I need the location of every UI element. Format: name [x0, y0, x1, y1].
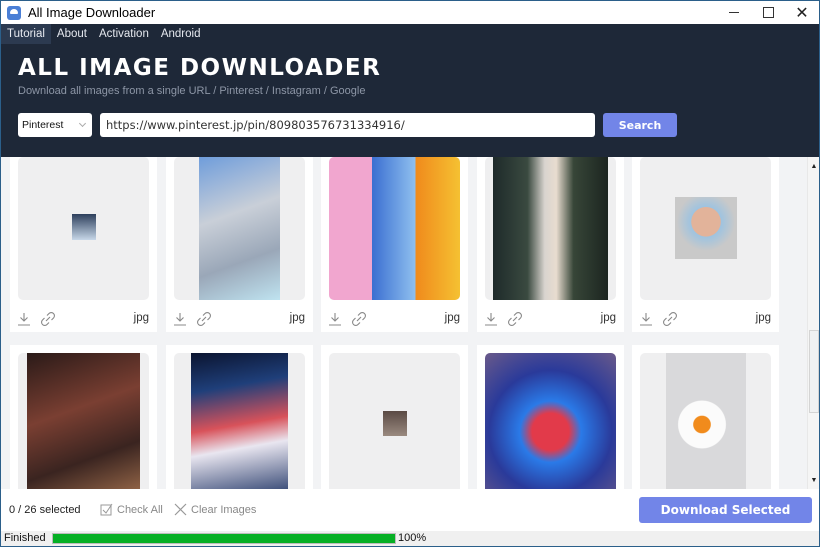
download-icon[interactable]: [173, 312, 187, 326]
window-controls: ✕: [717, 1, 819, 24]
link-icon[interactable]: [508, 312, 522, 326]
selected-count: 0 / 26 selected: [9, 504, 81, 516]
download-selected-button[interactable]: Download Selected: [639, 497, 812, 523]
thumbnail-image: [72, 214, 96, 240]
thumbnail-image: [329, 157, 460, 300]
app-logo-icon: [7, 5, 21, 20]
thumbnail-frame[interactable]: [174, 157, 305, 300]
card-footer: jpg: [166, 310, 313, 330]
link-icon[interactable]: [197, 312, 211, 326]
thumbnail-frame[interactable]: [485, 353, 616, 489]
image-card[interactable]: jpg: [166, 345, 313, 489]
file-extension: jpg: [600, 312, 616, 324]
thumbnail-frame[interactable]: [18, 353, 149, 489]
download-icon[interactable]: [639, 312, 653, 326]
menu-about[interactable]: About: [51, 24, 93, 44]
title-bar: All Image Downloader ✕: [1, 1, 819, 24]
thumbnail-frame[interactable]: [18, 157, 149, 300]
url-input[interactable]: [100, 113, 595, 137]
file-extension: jpg: [755, 312, 771, 324]
thumbnail-frame[interactable]: [640, 157, 771, 300]
link-icon[interactable]: [663, 312, 677, 326]
image-gallery: jpgjpgjpgjpgjpgjpgjpgjpgjpgjpg: [1, 157, 807, 489]
thumbnail-frame[interactable]: [640, 353, 771, 489]
image-card[interactable]: jpg: [166, 157, 313, 332]
scroll-down-icon[interactable]: ▼: [808, 473, 819, 487]
file-extension: jpg: [289, 312, 305, 324]
action-bar: 0 / 26 selected Check All Clear Images D…: [1, 489, 819, 531]
thumbnail-image: [199, 157, 280, 300]
thumbnail-image: [666, 353, 746, 489]
image-card[interactable]: jpg: [10, 345, 157, 489]
thumbnail-image: [485, 353, 616, 489]
link-icon[interactable]: [41, 312, 55, 326]
minimize-button[interactable]: [717, 1, 751, 24]
thumbnail-image: [191, 353, 288, 489]
window-title: All Image Downloader: [28, 5, 156, 20]
thumbnail-frame[interactable]: [174, 353, 305, 489]
header: ALL IMAGE DOWNLOADER Download all images…: [1, 44, 819, 157]
card-footer: jpg: [632, 310, 779, 330]
page-subtitle: Download all images from a single URL / …: [18, 85, 366, 97]
progress-label: 100%: [398, 532, 427, 544]
maximize-button[interactable]: [751, 1, 785, 24]
scrollbar-thumb[interactable]: [809, 330, 819, 413]
clear-images-button[interactable]: Clear Images: [174, 503, 256, 516]
thumbnail-image: [493, 157, 608, 300]
clear-images-label: Clear Images: [191, 503, 257, 516]
download-icon[interactable]: [17, 312, 31, 326]
download-icon[interactable]: [328, 312, 342, 326]
file-extension: jpg: [444, 312, 460, 324]
thumbnail-frame[interactable]: [329, 157, 460, 300]
thumbnail-frame[interactable]: [485, 157, 616, 300]
image-card[interactable]: jpg: [321, 345, 468, 489]
close-icon: [174, 503, 187, 516]
thumbnail-image: [383, 411, 407, 436]
card-footer: jpg: [10, 310, 157, 330]
image-card[interactable]: jpg: [477, 345, 624, 489]
file-extension: jpg: [133, 312, 149, 324]
app-window: All Image Downloader ✕ Tutorial About Ac…: [0, 0, 820, 547]
chevron-down-icon: [78, 119, 87, 128]
image-card[interactable]: jpg: [632, 345, 779, 489]
status-bar: Finished 100%: [1, 531, 819, 546]
image-card[interactable]: jpg: [321, 157, 468, 332]
check-all-label: Check All: [117, 503, 163, 516]
gallery-scrollbar[interactable]: ▲ ▼: [807, 157, 819, 489]
search-button[interactable]: Search: [603, 113, 677, 137]
image-card[interactable]: jpg: [10, 157, 157, 332]
checkbox-icon: [100, 503, 113, 516]
download-icon[interactable]: [484, 312, 498, 326]
progress-bar: [52, 533, 396, 544]
image-card[interactable]: jpg: [632, 157, 779, 332]
menu-android[interactable]: Android: [155, 24, 207, 44]
link-icon[interactable]: [352, 312, 366, 326]
card-footer: jpg: [477, 310, 624, 330]
status-text: Finished: [4, 532, 46, 544]
page-title: ALL IMAGE DOWNLOADER: [18, 55, 382, 81]
menu-bar: Tutorial About Activation Android: [1, 24, 819, 44]
source-select[interactable]: Pinterest: [18, 113, 92, 137]
thumbnail-image: [27, 353, 140, 489]
source-select-value: Pinterest: [22, 119, 64, 131]
close-button[interactable]: ✕: [785, 1, 819, 24]
menu-tutorial[interactable]: Tutorial: [1, 24, 51, 44]
scroll-up-icon[interactable]: ▲: [808, 159, 819, 173]
thumbnail-frame[interactable]: [329, 353, 460, 489]
progress-fill: [53, 534, 395, 543]
check-all-button[interactable]: Check All: [100, 503, 163, 516]
card-footer: jpg: [321, 310, 468, 330]
thumbnail-image: [675, 197, 737, 259]
image-card[interactable]: jpg: [477, 157, 624, 332]
menu-activation[interactable]: Activation: [93, 24, 155, 44]
